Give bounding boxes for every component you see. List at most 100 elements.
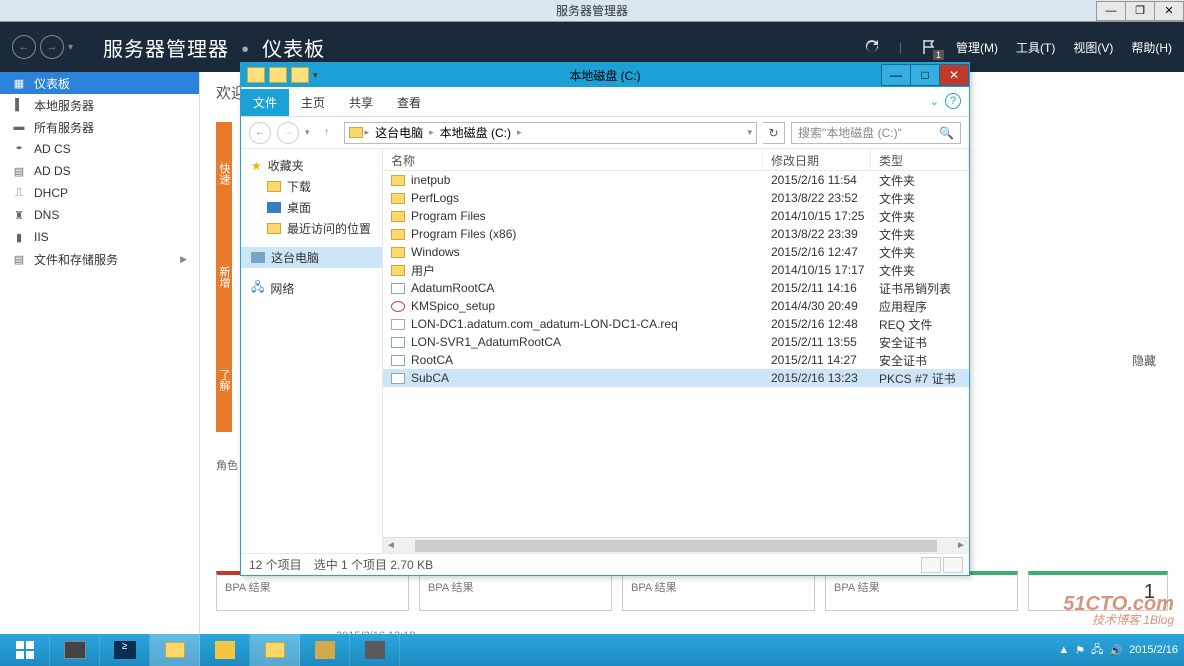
file-name: LON-SVR1_AdatumRootCA (411, 335, 561, 349)
sidebar-item-all-servers[interactable]: ▬所有服务器 (0, 116, 199, 138)
scrollbar-thumb[interactable] (415, 540, 937, 552)
learn-more-label[interactable]: 了解 (216, 329, 232, 432)
nav-network[interactable]: 🖧网络 (251, 278, 372, 299)
file-type: 文件夹 (871, 244, 969, 261)
file-row[interactable]: AdatumRootCA2015/2/11 14:16证书吊销列表 (383, 279, 969, 297)
taskbar-powershell[interactable]: ≥ (100, 634, 150, 666)
refresh-button[interactable]: ↻ (763, 122, 785, 144)
view-icons-button[interactable] (943, 557, 963, 573)
notifications-flag-icon[interactable]: 1 (920, 38, 938, 56)
column-name[interactable]: 名称 (383, 149, 763, 170)
sidebar-item-adcs[interactable]: 🠿AD CS (0, 138, 199, 160)
close-button[interactable]: ✕ (1154, 1, 1184, 21)
file-row[interactable]: SubCA2015/2/16 13:23PKCS #7 证书 (383, 369, 969, 387)
taskbar-server-manager[interactable] (50, 634, 100, 666)
file-row[interactable]: Windows2015/2/16 12:47文件夹 (383, 243, 969, 261)
file-row[interactable]: KMSpico_setup2014/4/30 20:49应用程序 (383, 297, 969, 315)
dropdown-icon[interactable]: ▾ (68, 42, 73, 53)
horizontal-scrollbar[interactable]: ◄ ► (383, 537, 969, 553)
column-date[interactable]: 修改日期 (763, 149, 871, 170)
refresh-icon[interactable] (863, 38, 881, 56)
close-button[interactable]: ✕ (939, 64, 969, 86)
breadcrumb-drive[interactable]: 本地磁盘 (C:) (436, 124, 515, 141)
file-row[interactable]: inetpub2015/2/16 11:54文件夹 (383, 171, 969, 189)
taskbar-explorer[interactable] (150, 634, 200, 666)
network-icon[interactable]: 🖧 (1091, 641, 1103, 660)
up-button[interactable]: ↑ (316, 122, 338, 144)
sidebar-item-dns[interactable]: ♜DNS (0, 204, 199, 226)
expand-ribbon-icon[interactable]: ⌄ (930, 95, 939, 108)
scroll-left-icon[interactable]: ◄ (383, 540, 399, 551)
qat-button[interactable] (247, 67, 265, 83)
breadcrumb-page[interactable]: 仪表板 (262, 39, 325, 61)
file-row[interactable]: PerfLogs2013/8/22 23:52文件夹 (383, 189, 969, 207)
minimize-button[interactable]: — (881, 64, 911, 86)
chevron-right-icon[interactable]: ▸ (365, 127, 370, 138)
forward-button[interactable]: → (277, 122, 299, 144)
scroll-right-icon[interactable]: ► (953, 540, 969, 551)
taskbar-explorer-2[interactable] (250, 634, 300, 666)
qat-button[interactable] (269, 67, 287, 83)
ribbon-tab-view[interactable]: 查看 (385, 89, 433, 116)
qat-button[interactable] (291, 67, 309, 83)
taskbar-app-3[interactable] (350, 634, 400, 666)
taskbar-app-2[interactable] (300, 634, 350, 666)
menu-tools[interactable]: 工具(T) (1016, 39, 1055, 56)
nav-desktop[interactable]: 桌面 (251, 197, 372, 218)
file-row[interactable]: LON-DC1.adatum.com_adatum-LON-DC1-CA.req… (383, 315, 969, 333)
sidebar-item-dhcp[interactable]: ⎍DHCP (0, 182, 199, 204)
whats-new-label[interactable]: 新增 (216, 225, 232, 328)
forward-button[interactable]: → (40, 35, 64, 59)
nav-thispc[interactable]: 这台电脑 (241, 247, 382, 268)
chevron-right-icon[interactable]: ▸ (429, 127, 434, 138)
back-button[interactable]: ← (249, 122, 271, 144)
menu-view[interactable]: 视图(V) (1073, 39, 1113, 56)
menu-help[interactable]: 帮助(H) (1131, 39, 1172, 56)
hide-link[interactable]: 隐藏 (1132, 352, 1156, 369)
flag-icon[interactable]: ⚑ (1075, 644, 1085, 657)
tile[interactable]: BPA 结果 (622, 571, 815, 611)
sidebar-item-dashboard[interactable]: ▦仪表板 (0, 72, 199, 94)
tile[interactable]: BPA 结果 (825, 571, 1018, 611)
chevron-right-icon[interactable]: ▸ (517, 127, 522, 138)
explorer-title-bar[interactable]: ▾ 本地磁盘 (C:) — □ ✕ (241, 63, 969, 87)
tile[interactable]: BPA 结果 (216, 571, 409, 611)
ribbon-tab-home[interactable]: 主页 (289, 89, 337, 116)
history-dropdown-icon[interactable]: ▾ (305, 127, 310, 138)
clock[interactable]: 2015/2/16 (1129, 644, 1178, 656)
nav-favorites[interactable]: ★收藏夹 (251, 157, 372, 174)
taskbar-app[interactable] (200, 634, 250, 666)
menu-manage[interactable]: 管理(M) (956, 39, 998, 56)
maximize-button[interactable]: ❐ (1125, 1, 1155, 21)
quick-start-label[interactable]: 快速 (216, 122, 232, 225)
help-icon[interactable]: ? (945, 93, 961, 109)
back-button[interactable]: ← (12, 35, 36, 59)
tray-icon[interactable]: ▲ (1058, 644, 1069, 656)
qat-dropdown-icon[interactable]: ▾ (313, 70, 318, 81)
nav-recent[interactable]: 最近访问的位置 (251, 218, 372, 239)
file-row[interactable]: 用户2014/10/15 17:17文件夹 (383, 261, 969, 279)
breadcrumb-pc[interactable]: 这台电脑 (371, 124, 427, 141)
nav-downloads[interactable]: 下载 (251, 176, 372, 197)
file-row[interactable]: Program Files (x86)2013/8/22 23:39文件夹 (383, 225, 969, 243)
ribbon-tab-file[interactable]: 文件 (241, 89, 289, 116)
breadcrumb-app[interactable]: 服务器管理器 (103, 39, 229, 61)
view-details-button[interactable] (921, 557, 941, 573)
sidebar-item-storage[interactable]: ▤文件和存储服务▶ (0, 248, 199, 270)
minimize-button[interactable]: — (1096, 1, 1126, 21)
search-box[interactable]: 搜索"本地磁盘 (C:)" 🔍 (791, 122, 961, 144)
sidebar-item-iis[interactable]: ▮IIS (0, 226, 199, 248)
ribbon-tab-share[interactable]: 共享 (337, 89, 385, 116)
sidebar-item-local-server[interactable]: ▌本地服务器 (0, 94, 199, 116)
address-dropdown-icon[interactable]: ▾ (747, 127, 752, 138)
sound-icon[interactable]: 🔊 (1109, 644, 1123, 657)
file-row[interactable]: RootCA2015/2/11 14:27安全证书 (383, 351, 969, 369)
file-row[interactable]: LON-SVR1_AdatumRootCA2015/2/11 13:55安全证书 (383, 333, 969, 351)
sidebar-item-adds[interactable]: ▤AD DS (0, 160, 199, 182)
start-button[interactable] (0, 634, 50, 666)
column-type[interactable]: 类型 (871, 149, 969, 170)
file-row[interactable]: Program Files2014/10/15 17:25文件夹 (383, 207, 969, 225)
tile[interactable]: BPA 结果 (419, 571, 612, 611)
maximize-button[interactable]: □ (910, 64, 940, 86)
address-bar[interactable]: ▸ 这台电脑 ▸ 本地磁盘 (C:) ▸ ▾ (344, 122, 757, 144)
